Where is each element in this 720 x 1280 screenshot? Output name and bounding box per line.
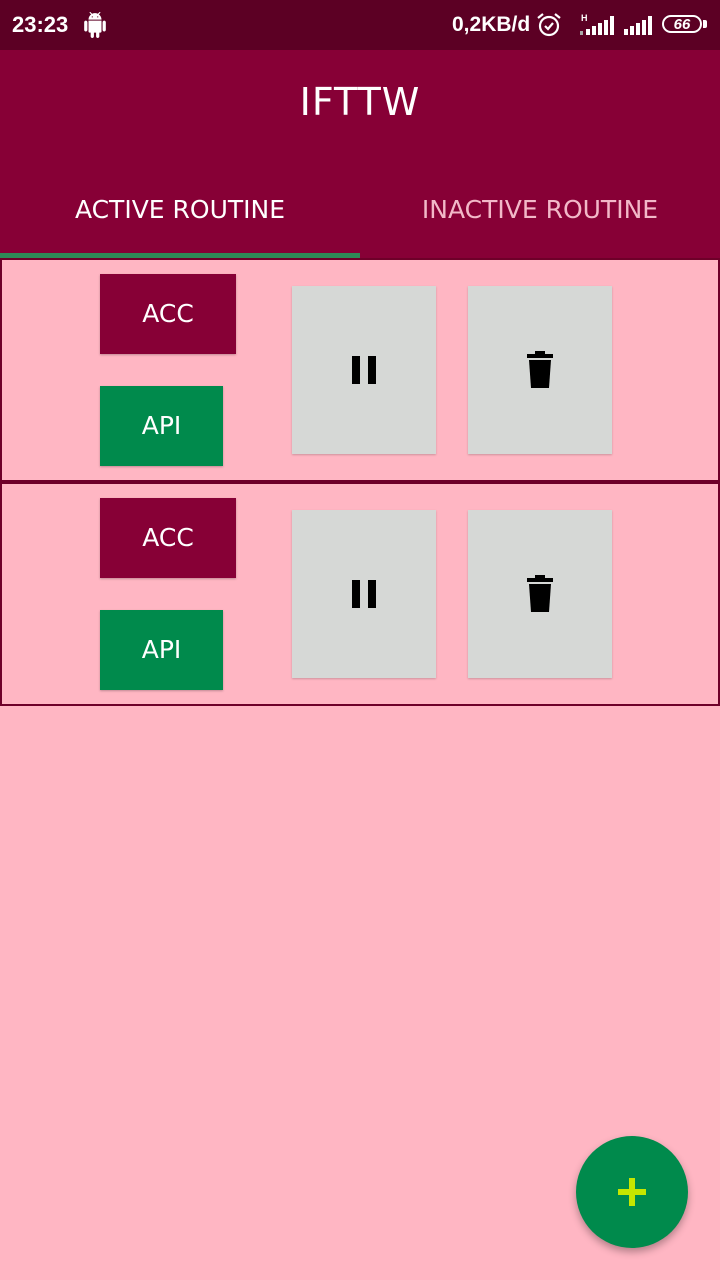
pause-icon: [352, 356, 376, 384]
pause-icon: [352, 580, 376, 608]
plus-icon: [618, 1178, 646, 1206]
acc-button[interactable]: ACC: [100, 274, 236, 354]
trash-icon: [527, 575, 553, 612]
trash-icon: [527, 351, 553, 388]
api-button[interactable]: API: [100, 386, 223, 466]
signal-icon: [624, 16, 652, 35]
status-time: 23:23: [12, 12, 69, 37]
signal-h-icon: H: [580, 13, 614, 35]
acc-button[interactable]: ACC: [100, 498, 236, 578]
alarm-icon: [537, 13, 561, 37]
delete-button[interactable]: [468, 286, 612, 454]
network-speed: 0,2KB/d: [452, 13, 531, 36]
pause-button[interactable]: [292, 510, 436, 678]
app-bar: IFTTW ACTIVE ROUTINE INACTIVE ROUTINE: [0, 50, 720, 258]
routine-card: ACC API: [0, 258, 720, 482]
status-bar: 23:23 0,2KB/d H 66: [0, 0, 720, 50]
add-routine-button[interactable]: [576, 1136, 688, 1248]
api-button[interactable]: API: [100, 610, 223, 690]
pause-button[interactable]: [292, 286, 436, 454]
delete-button[interactable]: [468, 510, 612, 678]
battery-icon: 66: [662, 15, 702, 33]
app-title: IFTTW: [299, 80, 421, 124]
tab-active-routine[interactable]: ACTIVE ROUTINE: [0, 186, 360, 234]
svg-text:H: H: [581, 13, 588, 23]
tab-inactive-routine[interactable]: INACTIVE ROUTINE: [360, 186, 720, 234]
android-icon: [84, 12, 106, 38]
battery-tip: [703, 20, 707, 28]
routine-card: ACC API: [0, 482, 720, 706]
